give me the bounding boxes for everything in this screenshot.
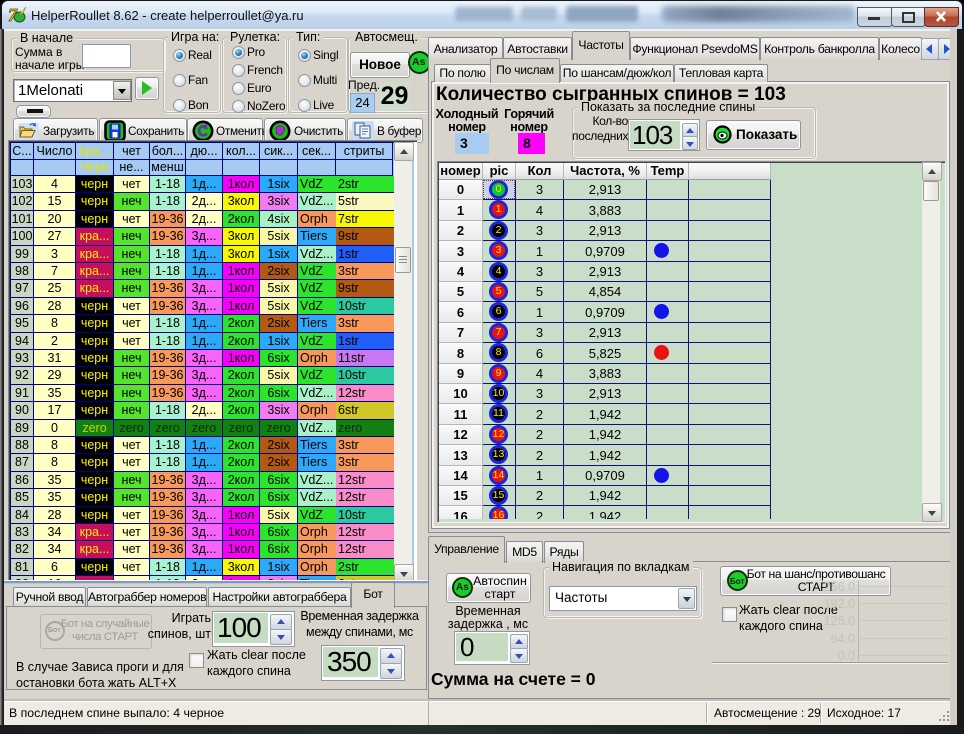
svg-text:7: 7: [8, 6, 18, 23]
